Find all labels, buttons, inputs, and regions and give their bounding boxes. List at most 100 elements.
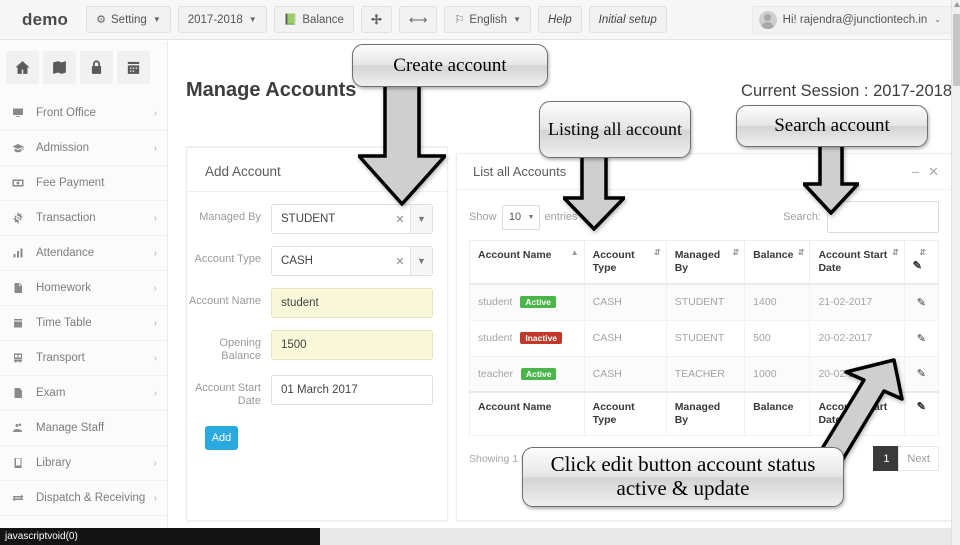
cell-edit[interactable]: ✎: [903, 283, 940, 321]
column-header-balance[interactable]: Balance ⇵: [744, 240, 811, 285]
book-icon: 📗: [283, 14, 298, 26]
cell-start-date: 20-02-2017: [809, 319, 905, 357]
browser-status-bar: javascriptvoid(0): [0, 528, 320, 545]
chevron-down-icon: ▼: [248, 15, 257, 24]
accounts-table-head: Account Name ▲ Account Type ⇵ Managed By…: [469, 240, 940, 285]
show-label: Show: [469, 211, 497, 223]
create-account-arrow: [358, 84, 446, 206]
sidebar-item-admission[interactable]: Admission ›: [0, 131, 167, 166]
table-row[interactable]: student Inactive CASH STUDENT 500 20-02-…: [469, 319, 940, 357]
user-account-menu[interactable]: Hi! rajendra@junctiontech.in ⌄: [751, 5, 952, 34]
column-header-account-name[interactable]: Account Name ▲: [469, 240, 585, 285]
footer-account-type: Account Type: [583, 391, 667, 436]
clear-icon[interactable]: ✕: [390, 255, 410, 268]
graduation-cap-icon: [12, 142, 32, 154]
sidebar-item-label: Transport: [36, 352, 85, 364]
field-row-account-start-date: Account Start Date 01 March 2017: [187, 363, 447, 408]
scroll-up-icon[interactable]: [953, 2, 960, 7]
chevron-down-icon: ▼: [513, 15, 521, 24]
sidebar-item-label: Transaction: [36, 212, 96, 224]
sidebar-item-homework[interactable]: Homework ›: [0, 271, 167, 306]
chevron-right-icon: ›: [153, 457, 157, 469]
chevron-down-icon: ▼: [527, 213, 535, 221]
show-entries-select[interactable]: 10 ▼: [501, 204, 540, 230]
account-name-input[interactable]: student: [271, 288, 433, 318]
column-label: Account Start Date: [818, 249, 888, 274]
opening-balance-input[interactable]: 1500: [271, 330, 433, 360]
sidebar-item-fee-payment[interactable]: Fee Payment: [0, 166, 167, 201]
sort-icon: ⇵: [653, 248, 661, 257]
field-row-account-name: Account Name student: [187, 276, 447, 318]
balance-button[interactable]: 📗 Balance: [273, 6, 354, 33]
table-controls: Show 10 ▼ entries Search:: [469, 200, 939, 234]
sidebar-item-attendance[interactable]: Attendance ›: [0, 236, 167, 271]
chevron-right-icon: ›: [153, 352, 157, 364]
sidebar-item-front-office[interactable]: Front Office ›: [0, 96, 167, 131]
initial-setup-button[interactable]: Initial setup: [588, 6, 667, 33]
column-header-managed-by[interactable]: Managed By ⇵: [665, 240, 746, 285]
chevron-right-icon: ›: [153, 142, 157, 154]
edit-icon[interactable]: ✎: [917, 297, 926, 309]
edit-icon[interactable]: ✎: [917, 368, 926, 380]
document-icon: [12, 387, 32, 399]
field-row-opening-balance: Opening Balance 1500: [187, 318, 447, 363]
chevron-down-icon[interactable]: ▼: [410, 247, 432, 275]
setting-menu-button[interactable]: ⚙ Setting ▼: [86, 6, 171, 33]
table-header-row: Account Name ▲ Account Type ⇵ Managed By…: [469, 240, 940, 285]
cell-edit[interactable]: ✎: [903, 355, 940, 393]
compress-button[interactable]: ✢: [360, 6, 392, 33]
sidebar-item-label: Admission: [36, 142, 90, 154]
column-label: Balance: [753, 249, 794, 261]
calendar-icon-button[interactable]: [117, 51, 150, 84]
edit-icon[interactable]: ✎: [917, 333, 926, 345]
chevron-right-icon: ›: [153, 317, 157, 329]
scrollbar-thumb[interactable]: [953, 14, 960, 86]
current-session-label: Current Session : 2017-2018: [741, 82, 952, 100]
initial-setup-label: Initial setup: [598, 13, 657, 26]
cell-managed-by: STUDENT: [665, 319, 746, 357]
clear-icon[interactable]: ✕: [390, 213, 410, 226]
expand-button[interactable]: ⟷: [398, 6, 438, 33]
sidebar-quick-icons: [0, 41, 167, 92]
sidebar-item-library[interactable]: Library ›: [0, 446, 167, 481]
sidebar-item-time-table[interactable]: Time Table ›: [0, 306, 167, 341]
session-year-label: 2017-2018: [187, 13, 243, 26]
help-button[interactable]: Help: [538, 6, 582, 33]
sidebar-item-transport[interactable]: Transport ›: [0, 341, 167, 376]
account-type-value: CASH: [281, 255, 313, 267]
sidebar-item-manage-staff[interactable]: Manage Staff: [0, 411, 167, 446]
search-account-arrow: [803, 143, 859, 215]
sidebar-item-exam[interactable]: Exam ›: [0, 376, 167, 411]
add-button[interactable]: Add: [205, 426, 238, 450]
lock-icon-button[interactable]: [80, 51, 113, 84]
sidebar-item-transaction[interactable]: Transaction ›: [0, 201, 167, 236]
cell-account-type: CASH: [583, 283, 667, 321]
next-page-button[interactable]: Next: [898, 446, 939, 471]
cell-edit[interactable]: ✎: [903, 319, 940, 357]
chevron-down-icon[interactable]: ▼: [410, 205, 432, 233]
home-icon-button[interactable]: [6, 51, 39, 84]
setting-menu-label: Setting: [111, 13, 147, 26]
account-name-text: teacher: [478, 367, 514, 380]
managed-by-select[interactable]: STUDENT ✕ ▼: [271, 204, 433, 234]
status-badge: Active: [520, 296, 556, 309]
language-icon-button[interactable]: [43, 51, 76, 84]
vertical-scrollbar[interactable]: [951, 0, 960, 545]
account-start-date-input[interactable]: 01 March 2017: [271, 375, 433, 405]
column-header-account-type[interactable]: Account Type ⇵: [583, 240, 667, 285]
sidebar-item-dispatch-receiving[interactable]: Dispatch & Receiving ›: [0, 481, 167, 516]
column-header-edit[interactable]: ⇵ ✎: [903, 240, 940, 285]
chevron-right-icon: ›: [153, 492, 157, 504]
minimize-icon[interactable]: –: [912, 164, 919, 179]
close-icon[interactable]: ✕: [928, 164, 939, 180]
session-year-button[interactable]: 2017-2018 ▼: [177, 6, 267, 33]
column-header-account-start-date[interactable]: Account Start Date ⇵: [809, 240, 905, 285]
account-type-select[interactable]: CASH ✕ ▼: [271, 246, 433, 276]
chevron-down-icon: ⌄: [934, 15, 941, 24]
field-label: Account Name: [188, 295, 261, 307]
table-row[interactable]: student Active CASH STUDENT 1400 21-02-2…: [469, 283, 940, 321]
sidebar-item-label: Front Office: [36, 107, 96, 119]
language-button[interactable]: ⚐ English ▼: [444, 6, 531, 33]
field-label: Account Type: [194, 253, 261, 265]
calendar-icon: [12, 317, 32, 329]
